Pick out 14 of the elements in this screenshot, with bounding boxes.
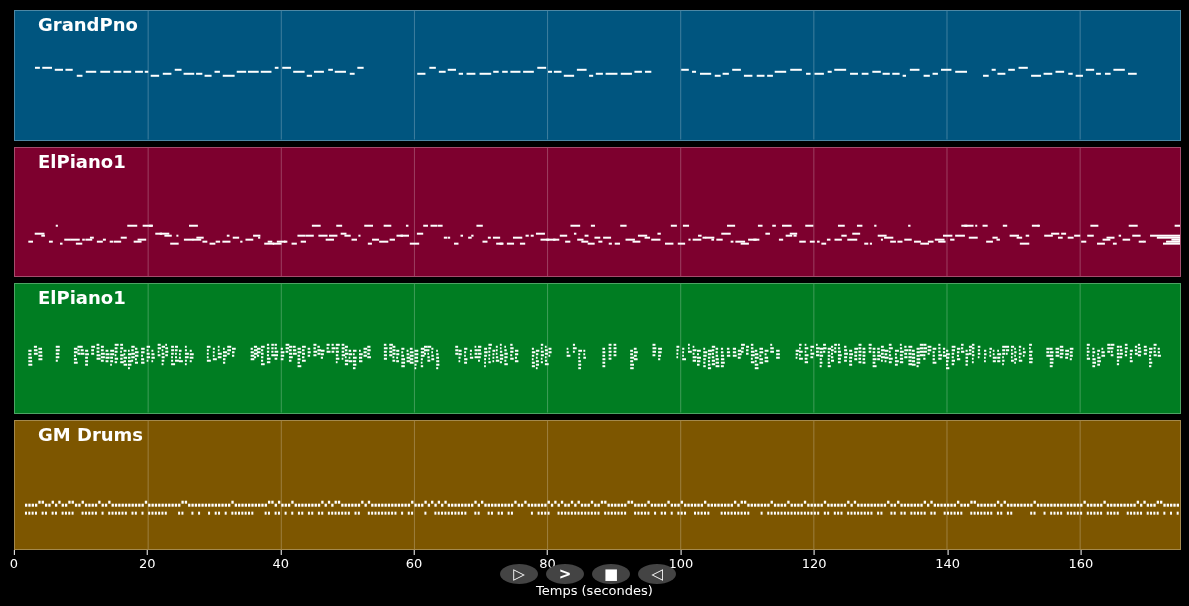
- track-name: GrandPno: [38, 14, 138, 35]
- tick-label: 40: [272, 556, 289, 572]
- tick-label: 160: [1068, 556, 1094, 572]
- track-name: ElPiano1: [38, 287, 126, 309]
- tick-label: 140: [935, 556, 960, 572]
- tick-label: 0: [9, 556, 19, 572]
- playback-control-button[interactable]: ■: [592, 564, 630, 585]
- playback-control-button[interactable]: ▷: [500, 564, 538, 585]
- track-name: GM Drums: [38, 423, 144, 445]
- track-name: ElPiano1: [38, 150, 126, 172]
- axis-label: Temps (secondes): [536, 583, 653, 599]
- tick-label: 120: [801, 556, 827, 572]
- tick-label: 20: [139, 556, 156, 572]
- tick-label: 60: [405, 556, 423, 572]
